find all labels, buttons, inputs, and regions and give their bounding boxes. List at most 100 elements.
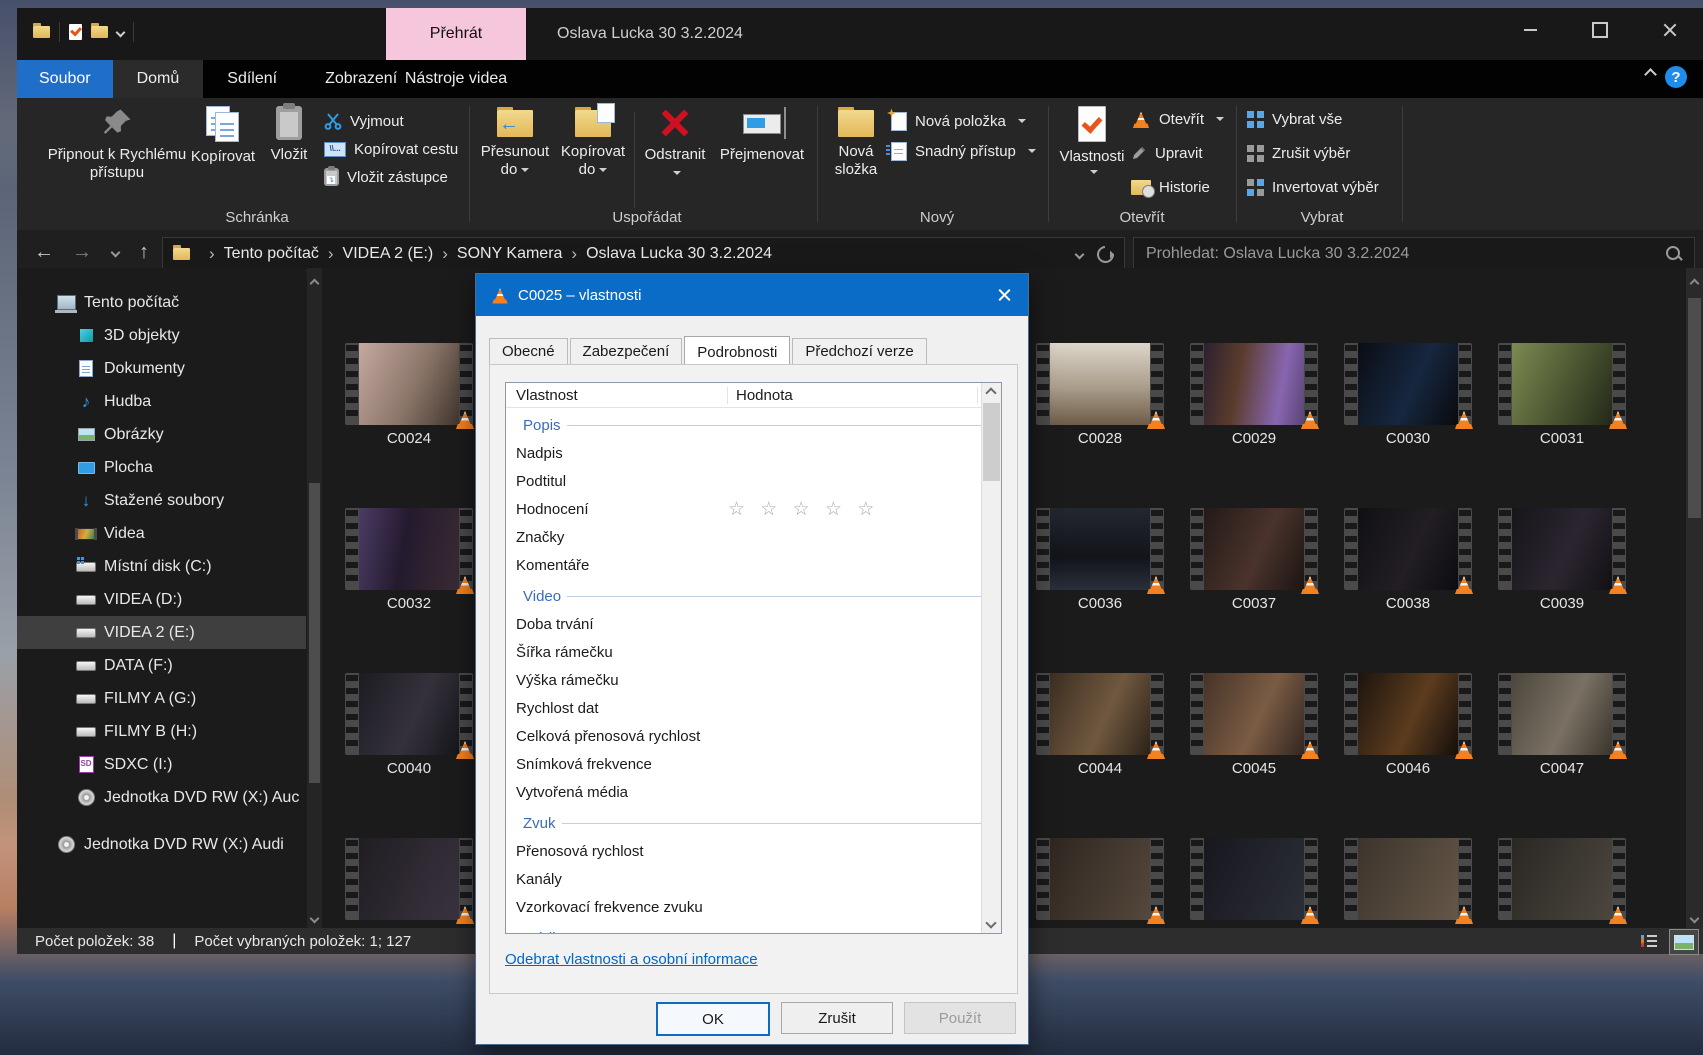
file-thumbnail[interactable]: C0040: [345, 673, 473, 777]
properties-check-icon[interactable]: [69, 24, 82, 40]
easy-access-button[interactable]: Snadný přístup: [891, 140, 1036, 162]
maximize-button[interactable]: [1577, 8, 1623, 52]
customize-chevron-icon[interactable]: [116, 27, 126, 37]
tree-scrollbar-thumb[interactable]: [309, 483, 320, 783]
file-thumbnail[interactable]: C0047: [1498, 673, 1626, 777]
sidebar-item[interactable]: ↓ Stažené soubory: [17, 484, 306, 517]
sidebar-item[interactable]: Jednotka DVD RW (X:) Auc: [17, 781, 306, 814]
sidebar-item[interactable]: 3D objekty: [17, 319, 306, 352]
search-box[interactable]: Prohledat: Oslava Lucka 30 3.2.2024: [1133, 237, 1695, 271]
file-thumbnail[interactable]: [345, 838, 473, 925]
scroll-down-icon[interactable]: [985, 917, 996, 928]
property-row[interactable]: Přenosová rychlost: [506, 837, 1001, 865]
property-row[interactable]: Kanály: [506, 865, 1001, 893]
sidebar-item[interactable]: Obrázky: [17, 418, 306, 451]
folder-icon[interactable]: [33, 26, 50, 38]
delete-button[interactable]: Odstranit: [639, 106, 711, 182]
tab-file[interactable]: Soubor: [17, 60, 113, 98]
open-button[interactable]: Otevřít: [1131, 108, 1224, 130]
sidebar-item[interactable]: Tento počítač: [17, 286, 306, 319]
apply-button[interactable]: Použít: [904, 1002, 1016, 1034]
scroll-up-icon[interactable]: [985, 387, 996, 398]
thumbnails-view-button[interactable]: [1669, 929, 1699, 955]
ribbon-tab[interactable]: Domů: [113, 60, 204, 98]
property-row[interactable]: Nadpis: [506, 439, 1001, 467]
copy-button[interactable]: Kopírovat: [189, 106, 257, 166]
file-thumbnail[interactable]: C0031: [1498, 343, 1626, 447]
sidebar-item[interactable]: DATA (F:): [17, 649, 306, 682]
file-thumbnail[interactable]: C0038: [1344, 508, 1472, 612]
property-row[interactable]: Zvuk: [506, 806, 1001, 837]
tree-scrollbar[interactable]: [307, 268, 322, 936]
file-thumbnail[interactable]: [1498, 838, 1626, 925]
file-thumbnail[interactable]: C0028: [1036, 343, 1164, 447]
new-item-button[interactable]: Nová položka: [891, 110, 1026, 132]
copy-to-button[interactable]: Kopírovatdo: [557, 106, 629, 179]
folder-icon[interactable]: [91, 26, 108, 38]
close-button[interactable]: [1647, 8, 1693, 52]
scrollbar-thumb[interactable]: [983, 403, 1000, 481]
property-row[interactable]: Rychlost dat: [506, 694, 1001, 722]
file-thumbnail[interactable]: [1036, 838, 1164, 925]
sidebar-item[interactable]: Dokumenty: [17, 352, 306, 385]
dialog-tab[interactable]: Podrobnosti: [684, 336, 790, 366]
dialog-tab[interactable]: Obecné: [489, 338, 568, 365]
contextual-group-header[interactable]: Přehrát: [386, 8, 526, 60]
property-row[interactable]: Komentáře: [506, 551, 1001, 579]
properties-scrollbar[interactable]: [981, 383, 1001, 933]
move-to-button[interactable]: ← Přesunoutdo: [477, 106, 553, 179]
forward-button[interactable]: →: [65, 236, 99, 268]
file-thumbnail[interactable]: C0044: [1036, 673, 1164, 777]
address-bar[interactable]: › Tento počítač›VIDEA 2 (E:)›SONY Kamera…: [162, 237, 1125, 271]
cut-button[interactable]: Vyjmout: [324, 110, 404, 132]
dialog-close-button[interactable]: [980, 274, 1028, 316]
cancel-button[interactable]: Zrušit: [781, 1002, 893, 1034]
breadcrumb-item[interactable]: VIDEA 2 (E:)›: [343, 244, 457, 264]
pin-to-quick-access-button[interactable]: Připnout k Rychlému přístupu: [47, 106, 187, 182]
address-dropdown-chevron-icon[interactable]: [1075, 249, 1085, 259]
select-all-button[interactable]: Vybrat vše: [1247, 108, 1342, 130]
file-thumbnail[interactable]: C0024: [345, 343, 473, 447]
tab-video-tools[interactable]: Nástroje videa: [386, 60, 526, 98]
property-row[interactable]: Šířka rámečku: [506, 638, 1001, 666]
main-scrollbar-thumb[interactable]: [1688, 298, 1701, 518]
edit-button[interactable]: Upravit: [1131, 142, 1203, 164]
file-thumbnail[interactable]: C0046: [1344, 673, 1472, 777]
refresh-icon[interactable]: [1094, 242, 1118, 266]
sidebar-item[interactable]: VIDEA (D:): [17, 583, 306, 616]
sidebar-item[interactable]: ♪ Hudba: [17, 385, 306, 418]
property-row[interactable]: Hodnocení ☆ ☆ ☆ ☆ ☆: [506, 495, 1001, 523]
file-thumbnail[interactable]: [1190, 838, 1318, 925]
properties-button[interactable]: Vlastnosti: [1057, 106, 1127, 176]
file-thumbnail[interactable]: C0032: [345, 508, 473, 612]
file-thumbnail[interactable]: C0039: [1498, 508, 1626, 612]
file-thumbnail[interactable]: C0037: [1190, 508, 1318, 612]
sidebar-item[interactable]: Místní disk (C:): [17, 550, 306, 583]
dialog-tab[interactable]: Předchozí verze: [792, 338, 926, 365]
sidebar-item[interactable]: FILMY A (G:): [17, 682, 306, 715]
file-thumbnail[interactable]: C0029: [1190, 343, 1318, 447]
invert-selection-button[interactable]: Invertovat výběr: [1247, 176, 1379, 198]
property-row[interactable]: Doba trvání: [506, 610, 1001, 638]
property-row[interactable]: Vzorkovací frekvence zvuku: [506, 893, 1001, 921]
properties-list[interactable]: Vlastnost Hodnota Popis Nadpis: [505, 382, 1002, 934]
property-row[interactable]: Média: [506, 921, 1001, 934]
copy-path-button[interactable]: \\... Kopírovat cestu: [324, 138, 458, 160]
back-button[interactable]: ←: [27, 236, 61, 268]
breadcrumb-item[interactable]: Tento počítač›: [224, 244, 343, 264]
sidebar-item[interactable]: Videa: [17, 517, 306, 550]
property-row[interactable]: Snímková frekvence: [506, 750, 1001, 778]
main-scrollbar[interactable]: [1686, 268, 1703, 936]
property-row[interactable]: Popis: [506, 408, 1001, 439]
new-folder-button[interactable]: Novásložka: [827, 106, 885, 179]
remove-properties-link[interactable]: Odebrat vlastnosti a osobní informace: [505, 951, 758, 968]
sidebar-item[interactable]: VIDEA 2 (E:): [17, 616, 306, 649]
property-row[interactable]: Značky: [506, 523, 1001, 551]
breadcrumb-item[interactable]: Oslava Lucka 30 3.2.2024›: [586, 245, 772, 263]
ok-button[interactable]: OK: [656, 1002, 770, 1036]
property-row[interactable]: Vytvořená média: [506, 778, 1001, 806]
file-thumbnail[interactable]: C0045: [1190, 673, 1318, 777]
rename-button[interactable]: Přejmenovat: [714, 106, 810, 164]
paste-button[interactable]: Vložit: [263, 106, 315, 164]
minimize-button[interactable]: [1507, 8, 1553, 52]
